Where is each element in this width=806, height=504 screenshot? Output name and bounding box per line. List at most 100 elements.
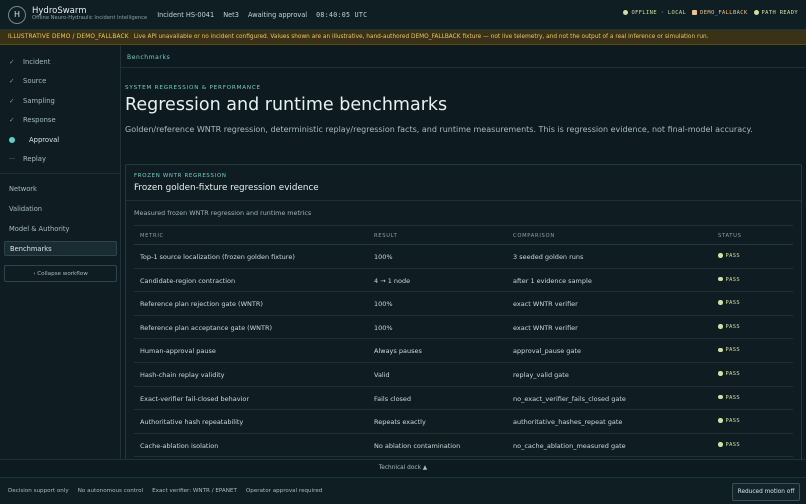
metric-cell: Candidate-region contraction [140,276,236,285]
sidebar-item-validation[interactable]: Validation [9,205,42,213]
status-label: PASS [725,323,741,330]
incident-network: Net3 [223,10,239,19]
status-indicators: OFFLINE · LOCAL DEMO_FALLBACK PATH READY [623,10,798,16]
status-label: PASS [725,441,741,448]
incident-time: 08:40:05 UTC [316,10,368,19]
result-cell: Fails closed [374,394,412,403]
technical-dock[interactable]: Technical dock ▲ [0,459,806,477]
pass-dot-icon [718,347,723,353]
status-badge: PASS [718,371,740,377]
status-demo-label: DEMO_FALLBACK [700,10,748,16]
column-header-result: RESULT [374,233,398,239]
status-demo: DEMO_FALLBACK [692,10,747,16]
pass-dot-icon [718,394,723,400]
status-badge: PASS [718,300,740,306]
technical-dock-toggle[interactable]: Technical dock ▲ [0,465,806,471]
sidebar-divider [0,173,121,174]
metric-cell: Top-1 source localization (frozen golden… [140,253,295,261]
sidebar-item-network[interactable]: Network [9,185,37,193]
pending-dots-icon: ··· [9,155,16,163]
sidebar-item-benchmarks[interactable]: Benchmarks [4,241,117,256]
result-cell: Valid [374,370,390,379]
page-lead: Golden/reference WNTR regression, determ… [125,125,753,134]
metric-cell: Reference plan rejection gate (WNTR) [140,300,263,309]
incident-state: Awaiting approval [247,10,308,19]
status-label: PASS [725,253,741,259]
table-row: Top-1 source localization (frozen golden… [134,245,793,269]
breadcrumb-divider [121,67,806,68]
workflow-step-label: Replay [23,155,46,163]
table-row: Candidate-region contraction 4 → 1 node af… [134,269,793,293]
reduced-motion-button[interactable]: Reduced motion off [732,483,800,501]
status-badge: PASS [718,395,740,401]
incident-id: Incident HS-0041 [157,10,215,19]
status-offline-label: OFFLINE · LOCAL [631,10,687,16]
metric-cell: Cache-ablation isolation [140,441,219,450]
comparison-cell: authoritative_hashes_repeat gate [513,418,623,427]
status-label: PASS [725,276,741,283]
result-cell: 100% [374,323,393,332]
footer-item: Operator approval required [245,488,323,494]
footer-item: Exact verifier: WNTR / EPANET [152,488,237,494]
workflow-step-replay[interactable]: ··· Replay [9,153,46,165]
footer-item: No autonomous control [77,488,144,494]
collapse-workflow-label: ‹ Collapse workflow [33,270,88,277]
banner-message: Live API unavailable or no incident conf… [133,34,709,40]
workflow-step-label: Response [23,116,56,124]
result-cell: 100% [374,253,393,261]
banner-tag: ILLUSTRATIVE DEMO / DEMO_FALLBACK [8,34,129,40]
pass-dot-icon [718,253,723,258]
footer-disclaimers: Decision support only No autonomous cont… [8,488,322,494]
card-divider [126,200,801,201]
path-dot-icon [753,10,759,15]
demo-square-icon [692,10,698,15]
workflow-step-approval[interactable]: Approval [9,134,59,146]
comparison-cell: no_cache_ablation_measured gate [513,441,626,450]
status-label: PASS [725,347,741,354]
benchmark-table: METRIC RESULT COMPARISON STATUS Top-1 so… [134,225,793,458]
pass-dot-icon [718,371,723,376]
workflow-step-sampling[interactable]: ✓ Sampling [9,95,55,107]
comparison-cell: approval_pause gate [513,347,581,356]
footer: Decision support only No autonomous cont… [0,477,806,504]
card-title: Frozen golden-fixture regression evidenc… [134,183,319,193]
status-label: PASS [725,370,741,377]
status-path: PATH READY [753,10,798,16]
workflow-step-incident[interactable]: ✓ Incident [9,56,50,68]
reduced-motion-label: Reduced motion off [737,489,795,495]
pass-dot-icon [718,442,723,447]
page-eyebrow: SYSTEM REGRESSION & PERFORMANCE [125,85,261,91]
status-badge: PASS [718,324,740,330]
metric-cell: Hash-chain replay validity [140,370,225,379]
metric-cell: Exact-verifier fail-closed behavior [140,394,250,403]
table-header: METRIC RESULT COMPARISON STATUS [134,225,793,245]
breadcrumb[interactable]: Benchmarks [127,54,170,61]
comparison-cell: exact WNTR verifier [513,300,578,309]
app-logo[interactable]: H [8,5,26,24]
status-badge: PASS [718,277,740,283]
workflow-step-response[interactable]: ✓ Response [9,114,56,126]
sidebar-item-label: Benchmarks [10,244,52,253]
pass-dot-icon [718,300,723,305]
card-eyebrow: FROZEN WNTR REGRESSION [134,173,227,179]
comparison-cell: after 1 evidence sample [513,276,592,285]
column-header-metric: METRIC [140,233,164,239]
comparison-cell: exact WNTR verifier [513,323,578,332]
result-cell: No ablation contamination [374,441,461,450]
collapse-workflow-button[interactable]: ‹ Collapse workflow [4,265,117,282]
footer-item: Decision support only [8,488,69,494]
workflow-step-label: Incident [23,58,51,66]
table-row: Exact-verifier fail-closed behavior Fails… [134,387,793,411]
metric-cell: Authoritative hash repeatability [140,418,244,427]
current-dot-icon [9,137,15,143]
comparison-cell: no_exact_verifier_fails_closed gate [513,394,626,403]
comparison-cell: replay_valid gate [513,370,569,379]
check-icon: ✓ [9,97,15,105]
workflow-step-source[interactable]: ✓ Source [9,75,46,87]
sidebar-item-model-authority[interactable]: Model & Authority [9,225,70,233]
status-path-label: PATH READY [761,10,798,16]
status-label: PASS [725,418,741,425]
table-row: Authoritative hash repeatability Repeats … [134,410,793,434]
logo-letter: H [13,10,20,19]
card-description: Measured frozen WNTR regression and runt… [134,209,312,217]
